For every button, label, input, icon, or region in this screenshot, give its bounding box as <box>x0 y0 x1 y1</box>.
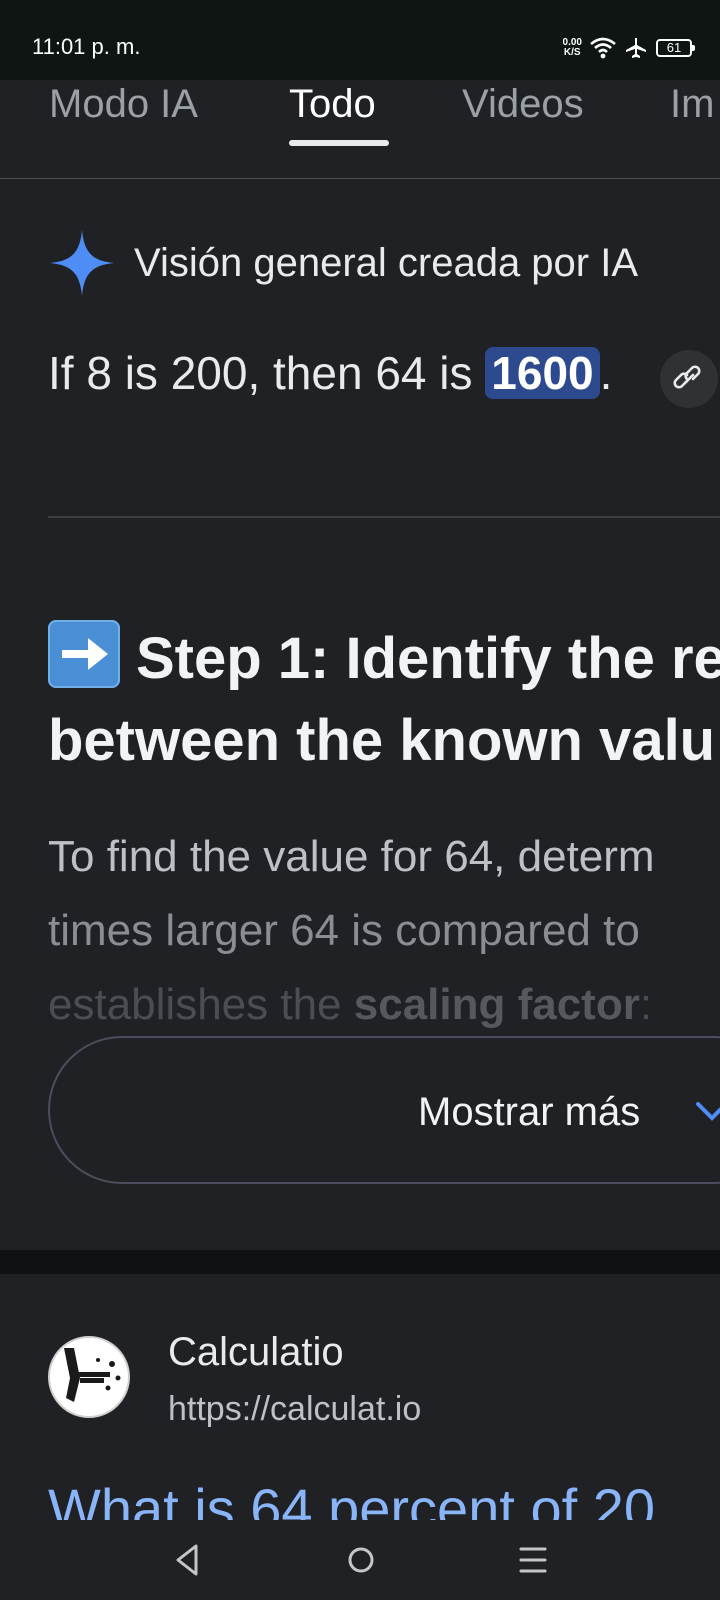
system-navigation-bar <box>0 1524 720 1600</box>
status-icons: 0.00 K/S 61 <box>563 34 695 62</box>
tab-imagenes[interactable]: Im <box>670 80 714 126</box>
battery-icon: 61 <box>656 39 695 57</box>
body-line-2: times larger 64 is compared to <box>48 906 640 955</box>
ai-overview-header: Visión general creada por IA <box>48 228 638 298</box>
chevron-down-icon <box>696 1102 720 1121</box>
right-arrow-emoji-icon <box>48 620 120 688</box>
search-tabs: Modo IA Todo Videos Im <box>0 80 720 179</box>
show-more-label: Mostrar más <box>418 1090 641 1134</box>
step-heading-line2: between the known valu <box>48 708 716 773</box>
calculatio-logo-icon <box>64 1348 121 1402</box>
body-line-3-bold: scaling factor <box>353 980 640 1029</box>
airplane-mode-icon <box>626 38 646 58</box>
tab-videos[interactable]: Videos <box>462 80 584 126</box>
network-speed: 0.00 K/S <box>563 38 582 58</box>
ai-overview-title: Visión general creada por IA <box>134 240 639 285</box>
status-bar: 11:01 p. m. 0.00 K/S 61 <box>0 0 720 80</box>
show-more-button[interactable]: Mostrar más <box>48 1036 720 1184</box>
section-divider <box>48 516 720 518</box>
back-icon[interactable] <box>172 1542 202 1578</box>
body-line-3-suffix: : <box>639 980 653 1029</box>
link-icon <box>673 365 701 389</box>
network-speed-unit: K/S <box>563 47 581 58</box>
ai-answer: If 8 is 200, then 64 is 1600. <box>48 346 612 400</box>
body-line-1: To find the value for 64, determ <box>48 832 655 881</box>
home-icon[interactable] <box>346 1542 376 1578</box>
source-link-button[interactable] <box>660 350 718 408</box>
section-separator <box>0 1250 720 1274</box>
recents-menu-icon[interactable] <box>518 1542 548 1578</box>
answer-highlight: 1600 <box>485 347 600 399</box>
gemini-sparkle-icon <box>50 230 114 296</box>
body-line-3-prefix: establishes the <box>48 980 354 1029</box>
wifi-icon <box>590 37 616 59</box>
active-tab-indicator <box>289 140 389 146</box>
body-line-3: establishes the scaling factor: <box>48 968 655 1042</box>
result-title-link[interactable]: What is 64 percent of 20 <box>48 1476 655 1520</box>
step-heading: Step 1: Identify the re between the know… <box>48 618 720 782</box>
answer-prefix: If 8 is 200, then 64 is <box>48 347 486 399</box>
tab-modo-ia[interactable]: Modo IA <box>49 80 198 126</box>
site-favicon[interactable] <box>48 1336 130 1418</box>
answer-suffix: . <box>599 347 613 399</box>
result-site-name[interactable]: Calculatio <box>168 1330 344 1375</box>
result-site-url[interactable]: https://calculat.io <box>168 1390 421 1429</box>
step-heading-line1: Step 1: Identify the re <box>136 626 720 691</box>
step-body: To find the value for 64, determ times l… <box>48 820 655 1042</box>
tab-todo[interactable]: Todo <box>289 80 376 126</box>
status-time: 11:01 p. m. <box>32 34 141 59</box>
screen: 11:01 p. m. 0.00 K/S 61 Modo IA Todo Vid… <box>0 0 720 1600</box>
